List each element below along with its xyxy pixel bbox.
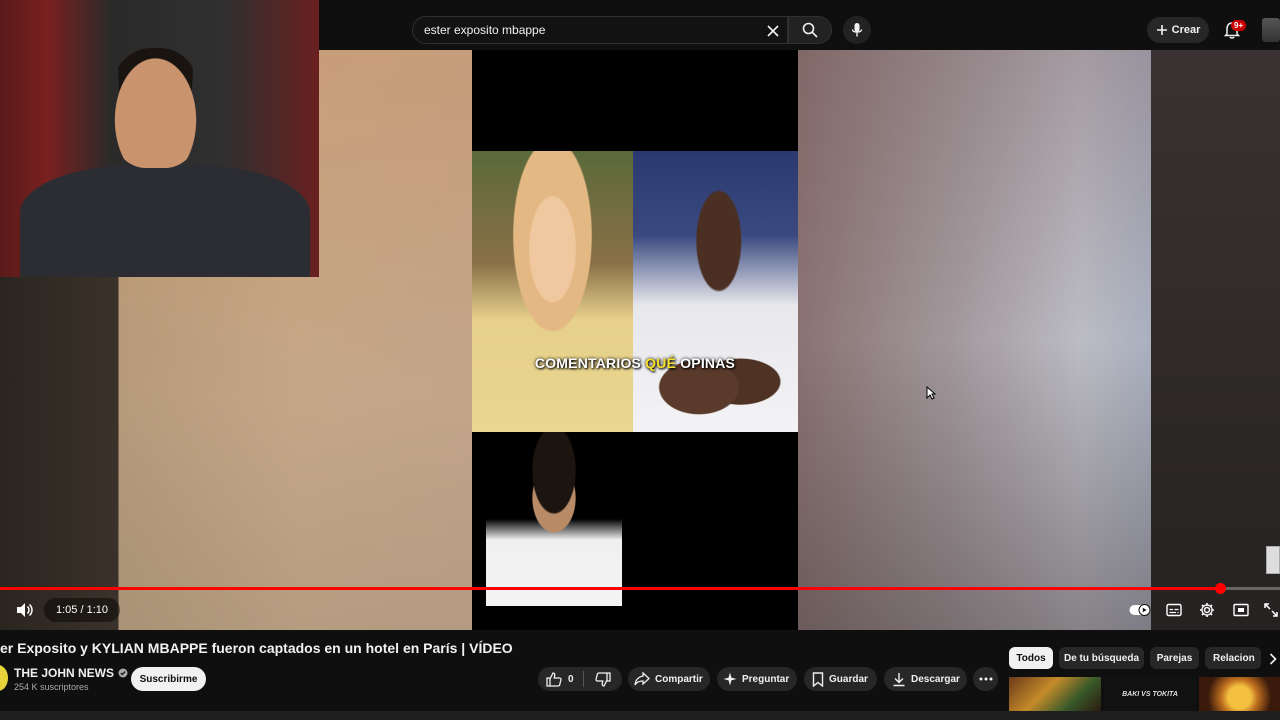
ask-button[interactable]: Preguntar bbox=[717, 667, 797, 691]
voice-search-button[interactable] bbox=[843, 16, 871, 44]
search-box bbox=[412, 16, 788, 44]
autoplay-toggle[interactable] bbox=[1128, 598, 1152, 622]
notification-badge: 9+ bbox=[1231, 20, 1247, 31]
volume-button[interactable] bbox=[10, 597, 40, 623]
ask-label: Preguntar bbox=[742, 673, 790, 685]
chip-de-tu-busqueda[interactable]: De tu búsqueda bbox=[1059, 647, 1144, 669]
caption-rest: OPINAS bbox=[676, 355, 736, 371]
recommendation-thumbnail[interactable] bbox=[1009, 677, 1101, 711]
video-frame: COMENTARIOS QUÉ OPINAS bbox=[472, 50, 798, 630]
time-text: 1:05 / 1:10 bbox=[56, 604, 108, 616]
youtube-watch-page: COMENTARIOS QUÉ OPINAS Crear 9+ bbox=[0, 0, 1280, 720]
subscriber-count: 254 K suscriptores bbox=[14, 682, 89, 692]
webcam-person-face bbox=[108, 48, 203, 168]
plus-icon bbox=[1156, 25, 1167, 35]
share-button[interactable]: Compartir bbox=[628, 667, 710, 691]
mouse-cursor-icon bbox=[926, 386, 936, 400]
miniplayer-button[interactable] bbox=[1229, 598, 1253, 622]
autoplay-toggle-icon bbox=[1129, 604, 1151, 616]
caption-white: COMENTARIOS bbox=[534, 355, 646, 371]
recommendation-thumbnail[interactable] bbox=[1199, 677, 1280, 711]
fullscreen-button[interactable] bbox=[1262, 598, 1280, 622]
side-thumbnail-peek[interactable] bbox=[1266, 546, 1280, 574]
photo-narrator bbox=[486, 432, 622, 606]
save-button[interactable]: Guardar bbox=[804, 667, 877, 691]
progress-bar[interactable] bbox=[0, 583, 1280, 594]
download-button[interactable]: Descargar bbox=[884, 667, 967, 691]
create-label: Crear bbox=[1171, 24, 1201, 36]
background-far-right bbox=[1151, 50, 1280, 630]
video-caption: COMENTARIOS QUÉ OPINAS bbox=[472, 355, 798, 371]
create-button[interactable]: Crear bbox=[1147, 17, 1209, 43]
thumbnail-text: BAKI VS TOKITA bbox=[1122, 691, 1178, 698]
close-icon bbox=[767, 25, 779, 37]
chip-parejas[interactable]: Parejas bbox=[1150, 647, 1199, 669]
download-icon bbox=[893, 672, 905, 686]
bookmark-icon bbox=[812, 671, 824, 687]
search-icon bbox=[802, 22, 818, 38]
gear-icon bbox=[1200, 603, 1214, 617]
video-title: er Exposito y KYLIAN MBAPPE fueron capta… bbox=[0, 640, 513, 656]
progress-played bbox=[0, 587, 1220, 590]
volume-icon bbox=[17, 603, 33, 617]
webcam-person-body bbox=[20, 165, 310, 277]
dislike-button[interactable] bbox=[584, 671, 622, 687]
thumbs-down-icon bbox=[595, 671, 611, 687]
bottom-strip bbox=[0, 711, 1280, 720]
account-avatar[interactable] bbox=[1262, 18, 1280, 42]
share-label: Compartir bbox=[655, 673, 703, 685]
more-actions-button[interactable] bbox=[973, 667, 998, 691]
clear-search-button[interactable] bbox=[763, 21, 783, 41]
chips-next-button[interactable] bbox=[1266, 650, 1280, 668]
progress-scrubber-handle[interactable] bbox=[1214, 583, 1226, 594]
settings-button[interactable] bbox=[1195, 598, 1219, 622]
channel-name-row[interactable]: THE JOHN NEWS bbox=[14, 666, 128, 680]
chip-relacion[interactable]: Relacion bbox=[1205, 647, 1261, 669]
subscribe-button[interactable]: Suscribirme bbox=[131, 667, 206, 691]
thumbs-up-icon bbox=[546, 671, 562, 687]
chip-todos[interactable]: Todos bbox=[1009, 647, 1053, 669]
sparkle-icon bbox=[723, 672, 737, 686]
player-controls: 1:05 / 1:10 bbox=[0, 595, 1280, 625]
fullscreen-icon bbox=[1264, 603, 1278, 617]
channel-name[interactable]: THE JOHN NEWS bbox=[14, 666, 114, 680]
photo-footballer-arms bbox=[633, 320, 798, 432]
subtitles-button[interactable] bbox=[1162, 598, 1186, 622]
download-label: Descargar bbox=[911, 673, 960, 685]
subtitles-icon bbox=[1166, 603, 1182, 617]
search-input[interactable] bbox=[413, 23, 753, 37]
channel-avatar[interactable] bbox=[0, 665, 8, 691]
like-button[interactable]: 0 bbox=[538, 671, 583, 687]
more-horizontal-icon bbox=[979, 677, 992, 681]
webcam-overlay bbox=[0, 0, 319, 277]
like-count: 0 bbox=[568, 673, 574, 685]
save-label: Guardar bbox=[829, 673, 868, 685]
caption-highlight: QUÉ bbox=[645, 355, 677, 371]
background-overlay-right bbox=[798, 50, 1151, 630]
chevron-right-icon bbox=[1269, 653, 1277, 665]
like-dislike-group: 0 bbox=[538, 667, 622, 691]
microphone-icon bbox=[851, 23, 863, 37]
time-display: 1:05 / 1:10 bbox=[44, 598, 120, 622]
photo-woman bbox=[472, 151, 633, 432]
share-icon bbox=[634, 672, 650, 686]
recommendation-thumbnail[interactable]: BAKI VS TOKITA bbox=[1104, 677, 1196, 711]
verified-icon bbox=[118, 668, 128, 678]
search-button[interactable] bbox=[788, 16, 832, 44]
miniplayer-icon bbox=[1233, 603, 1249, 617]
